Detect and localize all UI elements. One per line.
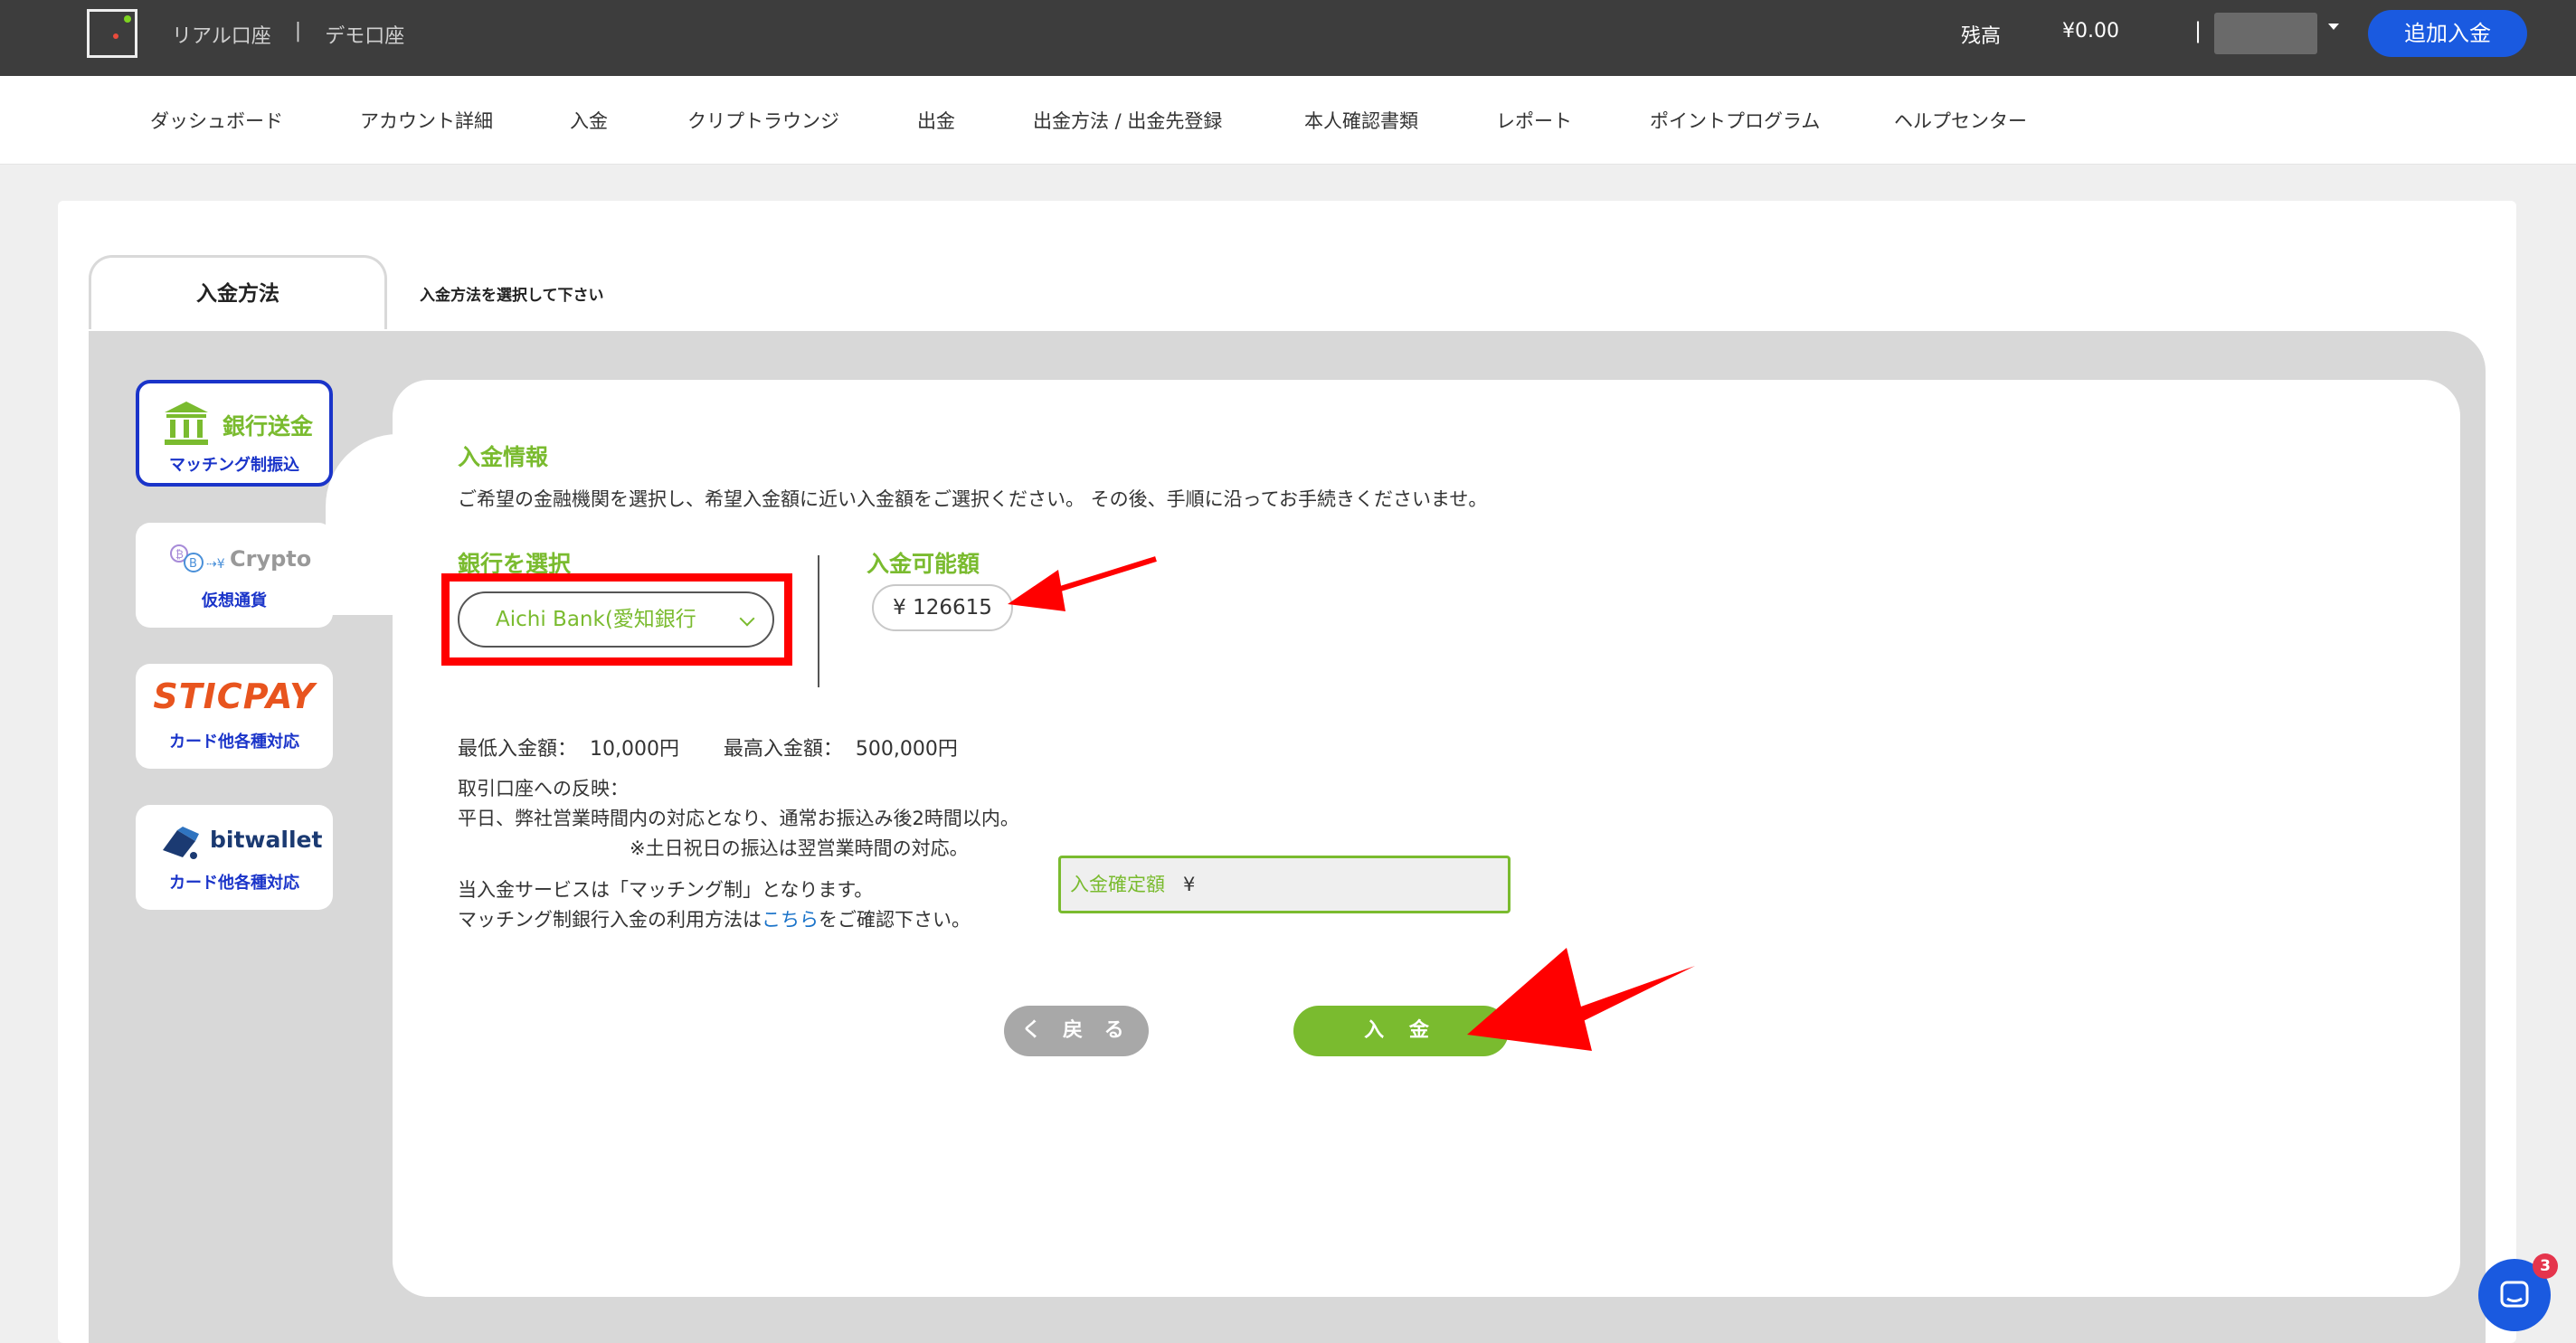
method-bitwallet[interactable]: bitwallet カード他各種対応 bbox=[136, 805, 333, 910]
divider bbox=[818, 555, 819, 687]
confirmed-amount-field[interactable]: 入金確定額 ¥ bbox=[1058, 856, 1511, 913]
nav-account-details[interactable]: アカウント詳細 bbox=[360, 107, 493, 134]
main-nav: ダッシュボード アカウント詳細 入金 クリプトラウンジ 出金 出金方法 / 出金… bbox=[0, 76, 2576, 165]
chevron-down-icon bbox=[739, 610, 755, 627]
svg-text:₿: ₿ bbox=[175, 548, 184, 561]
bank-method-title: 銀行送金 bbox=[223, 413, 314, 440]
bank-method-sub: マッチング制振込 bbox=[169, 456, 299, 475]
min-max-amount: 最低入金額： 10,000円 最高入金額： 500,000円 bbox=[458, 738, 958, 761]
reflection-line-2: ※土日祝日の振込は翌営業時間の対応。 bbox=[630, 837, 969, 859]
reflection-info: 取引口座への反映： 平日、弊社営業時間内の対応となり、通常お振込み後2時間以内。… bbox=[458, 774, 1019, 864]
bitwallet-method-sub: カード他各種対応 bbox=[169, 874, 299, 893]
crypto-icon: ₿ B ⇢¥ bbox=[170, 544, 225, 572]
nav-deposit[interactable]: 入金 bbox=[570, 107, 608, 134]
bank-select-value: Aichi Bank(愛知銀行 bbox=[496, 608, 696, 631]
balance-label: 残高 bbox=[1961, 25, 2002, 48]
reflection-title: 取引口座への反映： bbox=[458, 778, 629, 799]
confirmed-amount-label: 入金確定額 bbox=[1070, 874, 1165, 895]
svg-text:⇢¥: ⇢¥ bbox=[206, 557, 225, 572]
account-separator: | bbox=[294, 20, 302, 43]
logo[interactable] bbox=[87, 9, 137, 58]
nav-withdraw-methods[interactable]: 出金方法 / 出金先登録 bbox=[1033, 107, 1222, 134]
service-line-2-pre: マッチング制銀行入金の利用方法は bbox=[458, 909, 762, 931]
svg-text:B: B bbox=[189, 557, 197, 571]
nav-withdraw[interactable]: 出金 bbox=[917, 107, 955, 134]
service-info: 当入金サービスは「マッチング制」となります。 マッチング制銀行入金の利用方法はこ… bbox=[458, 875, 971, 935]
nav-point-program[interactable]: ポイントプログラム bbox=[1650, 107, 1820, 134]
nav-help-center[interactable]: ヘルプセンター bbox=[1894, 107, 2027, 134]
sticpay-method-sub: カード他各種対応 bbox=[169, 733, 299, 752]
bank-select[interactable]: Aichi Bank(愛知銀行 bbox=[458, 591, 774, 648]
available-amount-label: 入金可能額 bbox=[867, 551, 980, 577]
bitwallet-icon bbox=[163, 827, 199, 859]
top-bar: リアル口座 | デモ口座 残高 ¥0.00 | 追加入金 bbox=[0, 0, 2576, 76]
nav-dashboard[interactable]: ダッシュボード bbox=[150, 107, 283, 134]
add-deposit-button[interactable]: 追加入金 bbox=[2368, 10, 2527, 57]
caret-down-icon[interactable] bbox=[2328, 24, 2339, 30]
real-account-link[interactable]: リアル口座 bbox=[172, 20, 271, 49]
tab-hint: 入金方法を選択して下さい bbox=[420, 287, 604, 305]
bank-icon bbox=[165, 402, 208, 445]
header-divider: | bbox=[2194, 18, 2202, 43]
method-sticpay[interactable]: STICPAY カード他各種対応 bbox=[136, 664, 333, 769]
logo-dot-green bbox=[124, 15, 131, 23]
method-bank-transfer[interactable]: 銀行送金 マッチング制振込 bbox=[136, 380, 333, 487]
confirmed-amount-yen: ¥ bbox=[1183, 874, 1196, 895]
bitwallet-logo: bitwallet bbox=[210, 827, 323, 853]
service-line-2: マッチング制銀行入金の利用方法はこちらをご確認下さい。 bbox=[458, 905, 971, 935]
deposit-info-title: 入金情報 bbox=[458, 444, 549, 470]
sticpay-logo: STICPAY bbox=[153, 676, 316, 716]
tab-deposit-method[interactable]: 入金方法 bbox=[89, 255, 387, 329]
service-line-1: 当入金サービスは「マッチング制」となります。 bbox=[458, 879, 874, 901]
crypto-method-sub: 仮想通貨 bbox=[202, 591, 267, 610]
method-crypto[interactable]: ₿ B ⇢¥ Crypto 仮想通貨 bbox=[136, 523, 333, 628]
chat-unread-badge: 3 bbox=[2533, 1253, 2558, 1279]
demo-account-link[interactable]: デモ口座 bbox=[325, 20, 404, 49]
nav-identity-docs[interactable]: 本人確認書類 bbox=[1304, 107, 1418, 134]
crypto-method-title: Crypto bbox=[230, 546, 312, 572]
account-switcher: リアル口座 | デモ口座 bbox=[172, 20, 404, 49]
back-button[interactable]: く 戻 る bbox=[1004, 1006, 1149, 1056]
usage-guide-link[interactable]: こちら bbox=[762, 909, 819, 931]
instruction-text: ご希望の金融機関を選択し、希望入金額に近い入金額をご選択ください。 その後、手順… bbox=[458, 488, 1488, 510]
logo-dot-red bbox=[113, 33, 118, 39]
reflection-line-1: 平日、弊社営業時間内の対応となり、通常お振込み後2時間以内。 bbox=[458, 808, 1019, 829]
available-amount-select[interactable]: ¥ 126615 bbox=[872, 584, 1013, 631]
user-menu[interactable] bbox=[2214, 13, 2317, 54]
balance-value: ¥0.00 bbox=[2062, 20, 2119, 43]
deposit-button[interactable]: 入 金 bbox=[1293, 1006, 1509, 1056]
nav-reports[interactable]: レポート bbox=[1496, 107, 1572, 134]
nav-crypto-lounge[interactable]: クリプトラウンジ bbox=[687, 107, 839, 134]
service-line-2-post: をご確認下さい。 bbox=[819, 909, 971, 931]
